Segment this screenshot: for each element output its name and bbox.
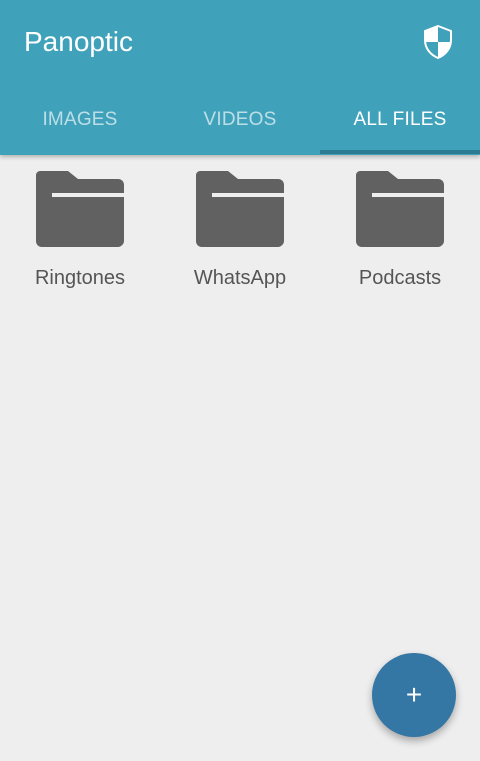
tab-all-files[interactable]: ALL FILES xyxy=(320,90,480,154)
folder-item-podcasts[interactable]: Podcasts xyxy=(320,155,480,305)
folder-icon xyxy=(356,171,444,247)
plus-icon: + xyxy=(405,679,423,710)
add-button[interactable]: + xyxy=(372,653,456,737)
tab-bar: IMAGES VIDEOS ALL FILES xyxy=(0,90,480,155)
folder-item-ringtones[interactable]: Ringtones xyxy=(0,155,160,305)
folder-grid: Ringtones WhatsApp Podcasts xyxy=(0,155,480,305)
folder-label: Podcasts xyxy=(358,267,442,289)
folder-icon xyxy=(196,171,284,247)
shield-icon[interactable] xyxy=(418,22,458,62)
folder-label: Ringtones xyxy=(34,267,126,289)
tab-images[interactable]: IMAGES xyxy=(0,90,160,150)
folder-label: WhatsApp xyxy=(193,267,287,289)
folder-icon xyxy=(36,171,124,247)
folder-item-whatsapp[interactable]: WhatsApp xyxy=(160,155,320,305)
app-title: Panoptic xyxy=(24,26,133,57)
tab-videos[interactable]: VIDEOS xyxy=(160,90,320,150)
app-bar: Panoptic IMAGES VIDEOS ALL FILES xyxy=(0,0,480,155)
